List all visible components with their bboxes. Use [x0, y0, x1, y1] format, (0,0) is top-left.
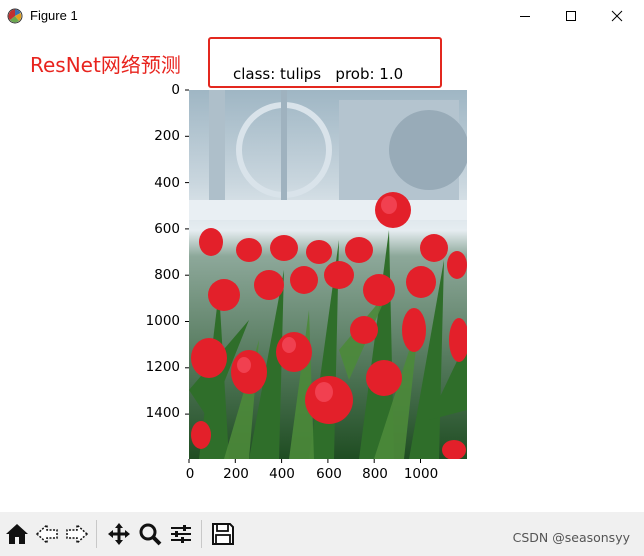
- x-tick-label: 600: [316, 466, 342, 482]
- x-tick-label: 1000: [403, 466, 439, 482]
- zoom-icon: [139, 523, 162, 546]
- back-icon: [35, 523, 58, 545]
- x-axis-ticks: [188, 459, 421, 463]
- home-icon: [6, 524, 28, 544]
- pan-button[interactable]: [104, 519, 134, 549]
- maximize-icon: [566, 11, 576, 21]
- y-tick-label: 0: [171, 82, 180, 98]
- y-tick-label: 1000: [145, 313, 180, 329]
- plot-title: class: tulips prob: 1.0: [233, 65, 404, 83]
- annotation-label: ResNet网络预测: [30, 53, 181, 77]
- minimize-icon: [520, 16, 530, 17]
- tulip-image: [189, 90, 467, 459]
- close-icon: [611, 10, 623, 22]
- y-tick-label: 1400: [145, 405, 180, 421]
- toolbar-separator: [96, 520, 97, 548]
- home-button[interactable]: [2, 519, 32, 549]
- x-tick-label: 800: [362, 466, 388, 482]
- maximize-button[interactable]: [548, 0, 594, 32]
- y-tick-label: 1200: [145, 359, 180, 375]
- matplotlib-logo-icon: [7, 8, 23, 24]
- window-title: Figure 1: [30, 8, 78, 23]
- x-tick-label: 0: [185, 466, 195, 482]
- close-button[interactable]: [594, 0, 640, 32]
- minimize-button[interactable]: [502, 0, 548, 32]
- x-tick-label: 400: [269, 466, 295, 482]
- back-button[interactable]: [32, 519, 62, 549]
- window-titlebar: Figure 1: [0, 0, 644, 32]
- zoom-button[interactable]: [135, 519, 165, 549]
- y-tick-label: 200: [154, 128, 180, 144]
- save-button[interactable]: [208, 519, 238, 549]
- y-tick-label: 600: [154, 221, 180, 237]
- y-axis-ticks: [185, 89, 189, 415]
- y-tick-label: 800: [154, 267, 180, 283]
- configure-subplots-icon: [171, 525, 191, 543]
- forward-button[interactable]: [62, 519, 92, 549]
- watermark: CSDN @seasonsyy: [512, 530, 630, 545]
- configure-subplots-button[interactable]: [166, 519, 196, 549]
- x-tick-label: 200: [223, 466, 249, 482]
- y-tick-label: 400: [154, 175, 180, 191]
- pan-icon: [108, 523, 130, 545]
- toolbar-separator: [201, 520, 202, 548]
- forward-icon: [66, 523, 89, 545]
- save-icon: [212, 523, 234, 545]
